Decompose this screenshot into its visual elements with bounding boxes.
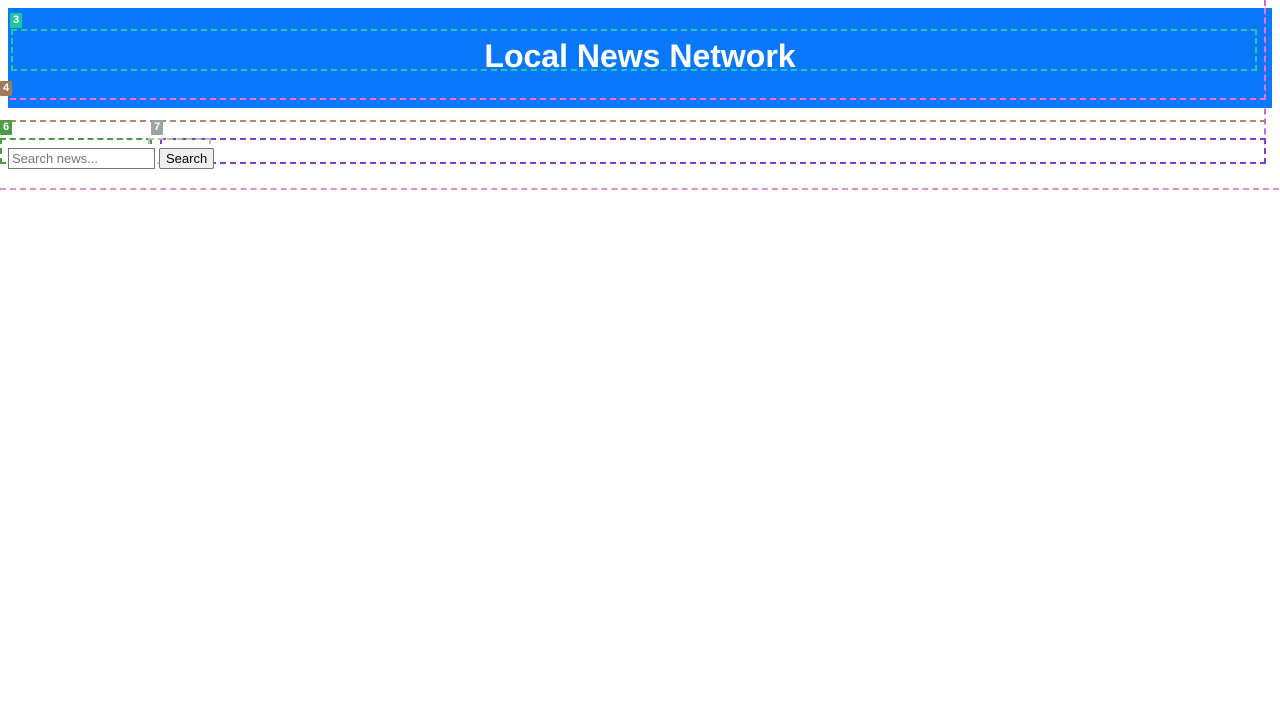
- overlay-badge-header: 3: [10, 13, 23, 28]
- search-form-container: [160, 138, 1266, 164]
- search-input[interactable]: [8, 148, 155, 169]
- page-title: Local News Network: [484, 38, 796, 74]
- overlay-badge-nav: 4: [0, 81, 13, 96]
- site-header: Local News Network: [8, 8, 1272, 108]
- overlay-badge-search-input: 6: [0, 120, 13, 135]
- nav-section: [0, 120, 1266, 122]
- overlay-badge-search-button: 7: [151, 120, 164, 135]
- search-button[interactable]: Search: [159, 148, 215, 169]
